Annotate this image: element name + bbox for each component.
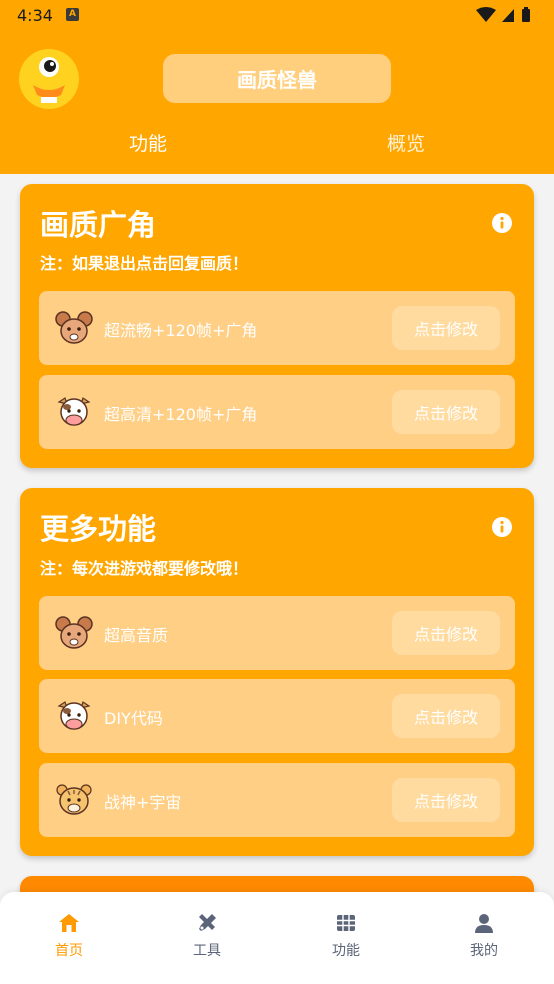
card-more-features: 更多功能 注：每次进游戏都要修改哦！ 超高音质 点击修改 DIY代码 点击修改 xyxy=(20,488,534,856)
battery-icon xyxy=(522,9,530,22)
grid-icon xyxy=(337,915,355,931)
list-item: 超高音质 点击修改 xyxy=(39,596,515,670)
a-icon: A xyxy=(66,8,79,21)
cow-icon xyxy=(57,397,91,426)
wifi-icon xyxy=(476,7,496,22)
list-item: 战神+宇宙 点击修改 xyxy=(39,763,515,837)
user-icon xyxy=(475,914,493,933)
nav-label: 首页 xyxy=(55,943,83,959)
modify-button[interactable]: 点击修改 xyxy=(392,306,500,350)
nav-label: 工具 xyxy=(193,943,221,959)
bottom-nav: 首页 工具 功能 我的 xyxy=(0,892,554,984)
modify-button[interactable]: 点击修改 xyxy=(392,390,500,434)
nav-label: 功能 xyxy=(332,943,360,959)
tools-icon xyxy=(199,914,216,931)
card-note: 注：如果退出点击回复画质！ xyxy=(40,254,249,273)
modify-button[interactable]: 点击修改 xyxy=(392,694,500,738)
list-item: DIY代码 点击修改 xyxy=(39,679,515,753)
nav-label: 我的 xyxy=(470,943,498,959)
row-label: 战神+宇宙 xyxy=(104,793,182,812)
row-label: 超高音质 xyxy=(104,626,169,645)
status-icons xyxy=(476,7,530,22)
app-title: 画质怪兽 xyxy=(237,68,317,92)
modify-button[interactable]: 点击修改 xyxy=(392,778,500,822)
mouse-icon xyxy=(55,616,93,649)
list-item: 超流畅+120帧+广角 点击修改 xyxy=(39,291,515,365)
mouse-icon xyxy=(55,311,93,344)
row-label: 超流畅+120帧+广角 xyxy=(104,321,258,340)
tab-features[interactable]: 功能 xyxy=(129,129,167,156)
status-bar: 4:34 A xyxy=(0,0,554,32)
row-label: DIY代码 xyxy=(104,709,163,728)
tab-overview[interactable]: 概览 xyxy=(387,129,425,156)
card-title: 更多功能 xyxy=(40,512,157,546)
info-icon[interactable] xyxy=(492,517,512,537)
nav-item-features[interactable]: 功能 xyxy=(306,912,386,962)
card-title: 画质广角 xyxy=(40,208,157,242)
cow-icon xyxy=(57,701,91,730)
nav-item-home[interactable]: 首页 xyxy=(29,912,109,962)
tiger-icon xyxy=(56,784,92,815)
info-icon[interactable] xyxy=(492,213,512,233)
modify-button[interactable]: 点击修改 xyxy=(392,611,500,655)
signal-icon xyxy=(502,9,514,22)
row-label: 超高清+120帧+广角 xyxy=(104,405,258,424)
card-wide-angle: 画质广角 注：如果退出点击回复画质！ 超流畅+120帧+广角 点击修改 超高清+… xyxy=(20,184,534,468)
nav-item-tools[interactable]: 工具 xyxy=(167,912,247,962)
app-header: 4:34 A 画质怪兽 功能 概览 xyxy=(0,0,554,174)
home-icon xyxy=(59,914,79,932)
list-item: 超高清+120帧+广角 点击修改 xyxy=(39,375,515,449)
nav-item-mine[interactable]: 我的 xyxy=(444,912,524,962)
avatar[interactable] xyxy=(19,49,79,109)
status-time: 4:34 xyxy=(17,6,53,25)
app-title-pill: 画质怪兽 xyxy=(163,54,391,103)
card-note: 注：每次进游戏都要修改哦！ xyxy=(40,559,249,578)
